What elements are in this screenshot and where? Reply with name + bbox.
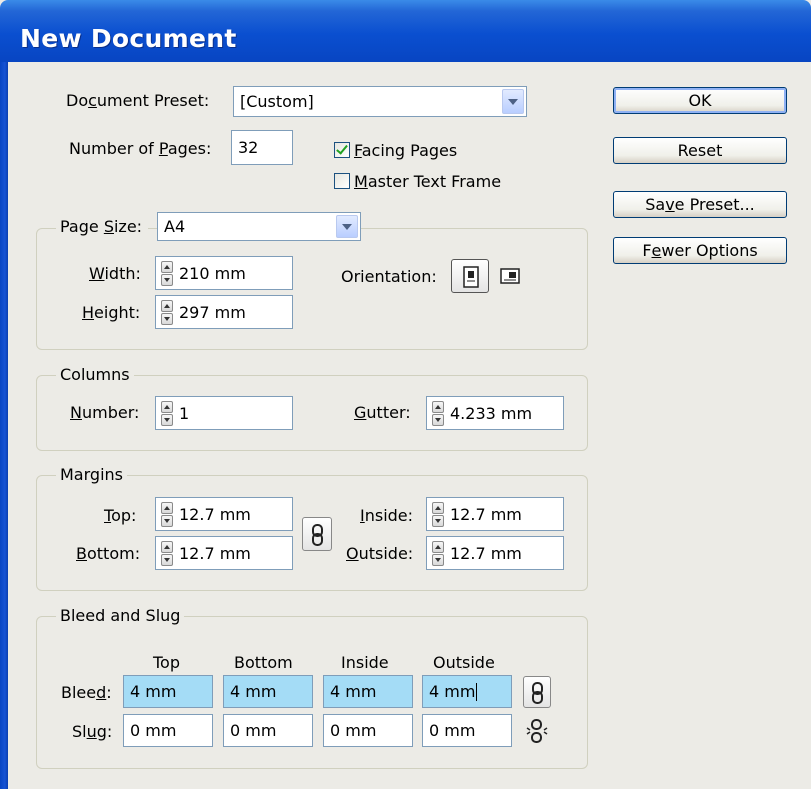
bleed-bottom-input[interactable]: 4 mm: [223, 675, 313, 708]
columns-number-value: 1: [179, 403, 190, 423]
title-bar: New Document: [0, 0, 811, 62]
broken-chain-link-icon: [526, 719, 548, 743]
margin-inside-value: 12.7 mm: [450, 504, 522, 524]
bleed-bottom-value: 4 mm: [230, 682, 277, 701]
columns-title: Columns: [56, 365, 134, 384]
margin-top-label: Top:: [104, 506, 137, 525]
width-value: 210 mm: [179, 263, 246, 283]
facing-pages-checkbox[interactable]: [334, 142, 350, 158]
width-label: Width:: [89, 264, 141, 283]
stepper-arrows-icon[interactable]: [161, 540, 175, 566]
dialog-title: New Document: [20, 24, 237, 53]
master-text-frame-checkbox[interactable]: [334, 173, 350, 189]
master-text-frame-label: Master Text Frame: [354, 172, 502, 191]
width-input[interactable]: 210 mm: [155, 256, 293, 290]
bleed-slug-title: Bleed and Slug: [56, 606, 185, 625]
number-of-pages-label: Number of Pages:: [69, 139, 212, 158]
chain-link-icon: [532, 682, 543, 704]
gutter-input[interactable]: 4.233 mm: [426, 396, 564, 430]
ok-button[interactable]: OK: [613, 87, 787, 114]
bleed-inside-value: 4 mm: [330, 682, 377, 701]
margin-outside-input[interactable]: 12.7 mm: [426, 536, 564, 570]
fewer-options-button[interactable]: Fe wer Options: [613, 237, 787, 264]
height-label: Height:: [82, 303, 141, 322]
stepper-arrows-icon[interactable]: [432, 501, 446, 527]
margin-outside-label: Outside:: [346, 544, 414, 563]
chevron-down-icon[interactable]: [502, 89, 524, 114]
bleed-top-input[interactable]: 4 mm: [123, 675, 213, 708]
margin-inside-input[interactable]: 12.7 mm: [426, 497, 564, 531]
bleed-outside-input[interactable]: 4 mm: [422, 675, 512, 708]
reset-button[interactable]: Reset: [613, 137, 787, 164]
portrait-orientation-icon: [463, 266, 479, 288]
bleed-header-top: Top: [153, 653, 180, 672]
slug-link-button[interactable]: [523, 717, 551, 745]
bleed-label: Bleed:: [61, 683, 112, 702]
margin-inside-label: Inside:: [360, 506, 414, 525]
document-preset-value: [Custom]: [240, 92, 314, 111]
slug-bottom-value: 0 mm: [230, 721, 277, 740]
gutter-label: Gutter:: [354, 403, 411, 422]
columns-number-input[interactable]: 1: [155, 396, 293, 430]
margin-top-input[interactable]: 12.7 mm: [155, 497, 293, 531]
window-border: [0, 62, 8, 789]
save-preset-button[interactable]: Sa v e Preset...: [613, 191, 787, 218]
slug-inside-input[interactable]: 0 mm: [323, 714, 413, 747]
landscape-orientation-icon: [500, 268, 520, 284]
bleed-inside-input[interactable]: 4 mm: [323, 675, 413, 708]
number-of-pages-value: 32: [238, 138, 259, 157]
bleed-header-outside: Outside: [433, 653, 495, 672]
slug-outside-value: 0 mm: [429, 721, 476, 740]
chevron-down-icon[interactable]: [336, 215, 358, 238]
stepper-arrows-icon[interactable]: [161, 299, 175, 325]
orientation-label: Orientation:: [341, 267, 437, 286]
margin-bottom-label: Bottom:: [76, 544, 141, 563]
page-size-value: A4: [164, 217, 186, 236]
margins-title: Margins: [56, 465, 127, 484]
margin-outside-value: 12.7 mm: [450, 543, 522, 563]
bleed-link-button[interactable]: [523, 676, 551, 708]
slug-outside-input[interactable]: 0 mm: [422, 714, 512, 747]
margin-bottom-value: 12.7 mm: [179, 543, 251, 563]
number-of-pages-input[interactable]: 32: [231, 130, 293, 165]
bleed-top-value: 4 mm: [130, 682, 177, 701]
slug-top-value: 0 mm: [130, 721, 177, 740]
slug-label: Slug:: [72, 722, 113, 741]
portrait-orientation-button[interactable]: [451, 259, 489, 293]
stepper-arrows-icon[interactable]: [432, 540, 446, 566]
slug-inside-value: 0 mm: [330, 721, 377, 740]
bleed-outside-value: 4 mm: [429, 682, 476, 701]
columns-number-label: Number:: [70, 403, 140, 422]
stepper-arrows-icon[interactable]: [161, 400, 175, 426]
document-preset-label: Document Preset:: [66, 91, 210, 110]
margin-bottom-input[interactable]: 12.7 mm: [155, 536, 293, 570]
page-size-select[interactable]: A4: [157, 212, 361, 241]
chain-link-icon: [312, 524, 323, 546]
landscape-orientation-button[interactable]: [497, 263, 523, 289]
stepper-arrows-icon[interactable]: [161, 260, 175, 286]
height-input[interactable]: 297 mm: [155, 295, 293, 329]
bleed-header-bottom: Bottom: [234, 653, 293, 672]
page-size-label: Page Size:: [56, 217, 149, 236]
slug-bottom-input[interactable]: 0 mm: [223, 714, 313, 747]
margins-link-button[interactable]: [302, 517, 332, 551]
height-value: 297 mm: [179, 302, 246, 322]
gutter-value: 4.233 mm: [450, 403, 533, 423]
margin-top-value: 12.7 mm: [179, 504, 251, 524]
bleed-header-inside: Inside: [341, 653, 389, 672]
stepper-arrows-icon[interactable]: [432, 400, 446, 426]
stepper-arrows-icon[interactable]: [161, 501, 175, 527]
document-preset-select[interactable]: [Custom]: [233, 86, 527, 117]
facing-pages-label: Facing Pages: [354, 141, 458, 160]
slug-top-input[interactable]: 0 mm: [123, 714, 213, 747]
text-cursor: [476, 682, 478, 701]
